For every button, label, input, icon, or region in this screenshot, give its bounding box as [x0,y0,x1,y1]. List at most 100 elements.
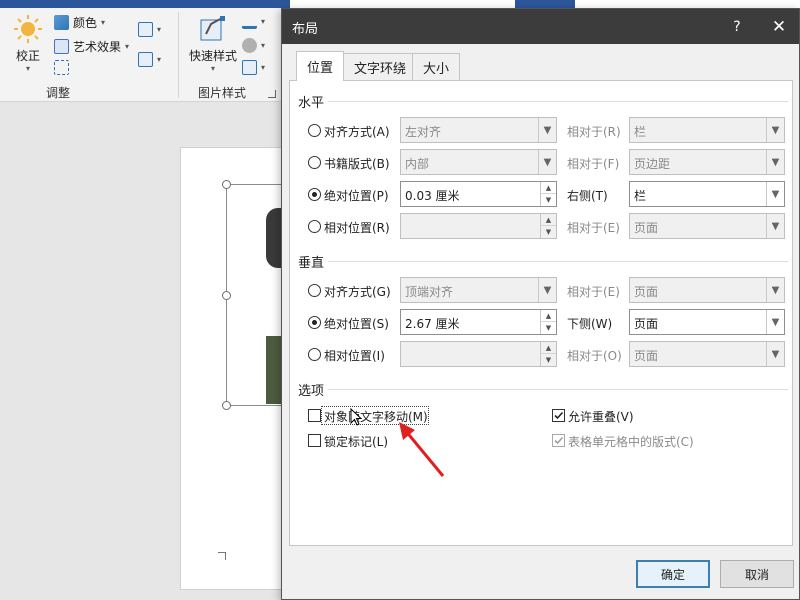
artistic-effects-button[interactable]: 艺术效果 ▾ [54,38,129,55]
vertical-section-label: 垂直 [298,256,325,271]
spin-down-icon[interactable]: ▼ [541,354,556,366]
h-absolute-position-radio[interactable] [308,188,321,201]
chevron-down-icon: ▼ [766,310,784,334]
picture-styles-group-label: 图片样式 [198,86,247,100]
color-button[interactable]: 颜色 ▾ [54,14,105,31]
v-relative-position-input[interactable]: ▲ ▼ [400,341,557,367]
close-button[interactable]: ✕ [760,9,798,44]
picture-border-button[interactable]: ▾ [242,14,265,29]
h-absolute-position-input[interactable]: 0.03 厘米 ▲ ▼ [400,181,557,207]
v-relative-relative-select[interactable]: 页面 ▼ [629,341,785,367]
dialog-launcher-icon[interactable] [268,90,276,98]
chevron-down-icon: ▾ [25,64,30,73]
chevron-down-icon: ▾ [125,42,130,51]
h-relative-relative-label: 相对于(E) [567,221,620,235]
spin-up-icon[interactable]: ▲ [541,182,556,194]
chevron-down-icon: ▾ [210,64,215,73]
mouse-pointer-icon [350,408,362,426]
picture-layout-button[interactable]: ▾ [242,60,265,75]
h-alignment-radio[interactable] [308,124,321,137]
color-label: 颜色 [73,16,98,30]
cancel-button[interactable]: 取消 [720,560,794,588]
layout-in-cell-checkbox[interactable] [552,434,565,447]
crop-small-button[interactable] [54,60,69,75]
change-picture-icon [138,22,153,37]
tab-text-wrapping[interactable]: 文字环绕 [343,53,418,80]
spin-up-icon[interactable]: ▲ [541,310,556,322]
chevron-down-icon: ▼ [766,150,784,174]
h-relative-position-radio[interactable] [308,220,321,233]
v-alignment-relative-select[interactable]: 页面 ▼ [629,277,785,303]
resize-handle-middle-left[interactable] [222,291,231,300]
picture-layout-icon [242,60,257,75]
spin-down-icon[interactable]: ▼ [541,194,556,206]
chevron-down-icon: ▼ [538,278,556,302]
book-layout-relative-value: 页边距 [634,157,671,171]
v-absolute-position-input[interactable]: 2.67 厘米 ▲ ▼ [400,309,557,335]
h-absolute-relative-select[interactable]: 栏 ▼ [629,181,785,207]
h-alignment-relative-select[interactable]: 栏 ▼ [629,117,785,143]
book-layout-select[interactable]: 内部 ▼ [400,149,557,175]
chevron-down-icon: ▾ [101,18,106,27]
ok-button[interactable]: 确定 [636,560,710,588]
quick-styles-icon [200,16,225,41]
h-alignment-relative-value: 栏 [634,125,647,139]
artistic-label: 艺术效果 [73,40,122,54]
h-relative-relative-select[interactable]: 页面 ▼ [629,213,785,239]
chevron-down-icon: ▾ [157,55,162,64]
v-relative-relative-label: 相对于(O) [567,349,622,363]
h-relative-position-label: 相对位置(R) [324,221,390,235]
spin-down-icon[interactable]: ▼ [541,322,556,334]
dialog-titlebar[interactable]: 布局 ? ✕ [282,9,799,44]
v-relative-position-radio[interactable] [308,348,321,361]
v-absolute-position-radio[interactable] [308,316,321,329]
check-icon [554,436,564,445]
h-alignment-select[interactable]: 左对齐 ▼ [400,117,557,143]
reset-picture-icon [138,52,153,67]
correct-button[interactable]: 校正 ▾ [8,14,48,73]
picture-effects-icon [242,38,257,53]
v-absolute-position-label: 绝对位置(S) [324,317,389,331]
v-absolute-relative-value: 页面 [634,317,659,331]
allow-overlap-checkbox[interactable] [552,409,565,422]
resize-handle-bottom-left[interactable] [222,401,231,410]
options-section-label: 选项 [298,384,325,399]
image-color-icon [54,15,69,30]
book-layout-value: 内部 [405,157,430,171]
move-with-text-checkbox[interactable] [308,409,321,422]
adjust-group-label: 调整 [46,86,71,100]
artistic-effects-icon [54,39,69,54]
help-button[interactable]: ? [722,9,752,44]
v-alignment-select[interactable]: 顶端对齐 ▼ [400,277,557,303]
h-relative-position-spinner[interactable]: ▲ ▼ [540,214,556,238]
book-layout-label: 书籍版式(B) [324,157,390,171]
resize-handle-top-left[interactable] [222,180,231,189]
v-alignment-radio[interactable] [308,284,321,297]
lock-anchor-checkbox[interactable] [308,434,321,447]
v-relative-position-spinner[interactable]: ▲ ▼ [540,342,556,366]
book-layout-relative-select[interactable]: 页边距 ▼ [629,149,785,175]
h-relative-relative-value: 页面 [634,221,659,235]
h-alignment-relative-label: 相对于(R) [567,125,621,139]
picture-effects-button[interactable]: ▾ [242,38,265,53]
v-absolute-relative-select[interactable]: 页面 ▼ [629,309,785,335]
v-relative-position-label: 相对位置(I) [324,349,385,363]
h-alignment-label: 对齐方式(A) [324,125,390,139]
quick-styles-button[interactable]: 快速样式 ▾ [186,14,240,73]
book-layout-radio[interactable] [308,156,321,169]
spin-up-icon[interactable]: ▲ [541,214,556,226]
tab-size[interactable]: 大小 [412,53,461,80]
reset-picture-button[interactable]: ▾ [138,52,161,67]
v-absolute-position-spinner[interactable]: ▲ ▼ [540,310,556,334]
sun-icon [14,15,42,43]
h-relative-position-input[interactable]: ▲ ▼ [400,213,557,239]
h-absolute-position-spinner[interactable]: ▲ ▼ [540,182,556,206]
spin-up-icon[interactable]: ▲ [541,342,556,354]
spin-down-icon[interactable]: ▼ [541,226,556,238]
v-relative-relative-value: 页面 [634,349,659,363]
dialog-title: 布局 [292,22,319,37]
tab-position[interactable]: 位置 [296,51,345,81]
h-absolute-position-value: 0.03 厘米 [405,189,460,203]
picture-border-icon [242,14,257,29]
change-picture-button[interactable]: ▾ [138,22,161,37]
